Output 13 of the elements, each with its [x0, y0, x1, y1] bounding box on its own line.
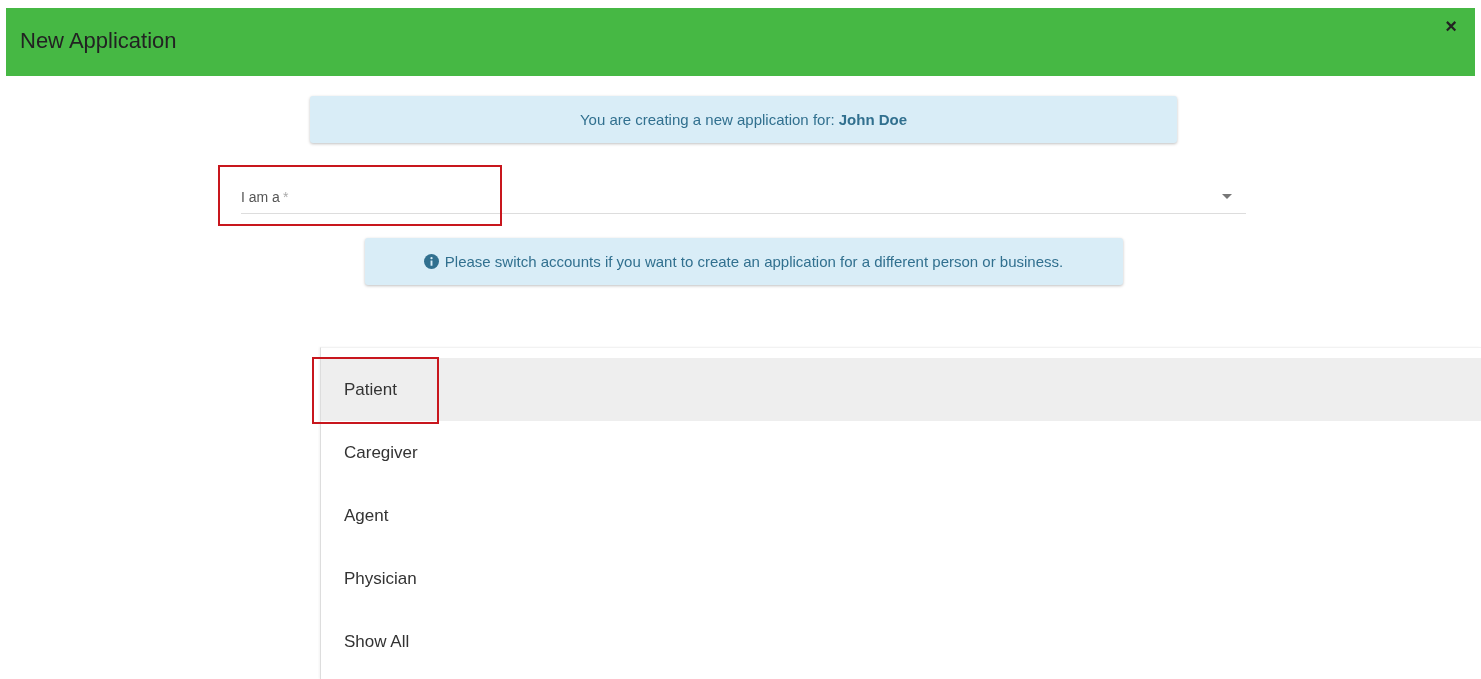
hint-text: Please switch accounts if you want to create an application for a different person or business. [444, 253, 1064, 270]
dialog-title: New Application [19, 27, 177, 54]
notice-text: You are creating a new application for: John Doe [579, 111, 908, 128]
caret-icon [1222, 194, 1232, 199]
menu-option[interactable]: Show All [321, 610, 1481, 673]
menu-option[interactable]: Caregiver [321, 421, 1481, 484]
info-icon [423, 254, 439, 269]
field-label: I am a * [241, 188, 289, 205]
close-button[interactable]: × [1445, 8, 1475, 36]
menu-option[interactable]: Agent [321, 484, 1481, 547]
menu-option[interactable]: Physician [321, 547, 1481, 610]
menu-option[interactable]: Patient [321, 358, 1481, 421]
role-select-field[interactable]: I am a * [241, 180, 1246, 214]
